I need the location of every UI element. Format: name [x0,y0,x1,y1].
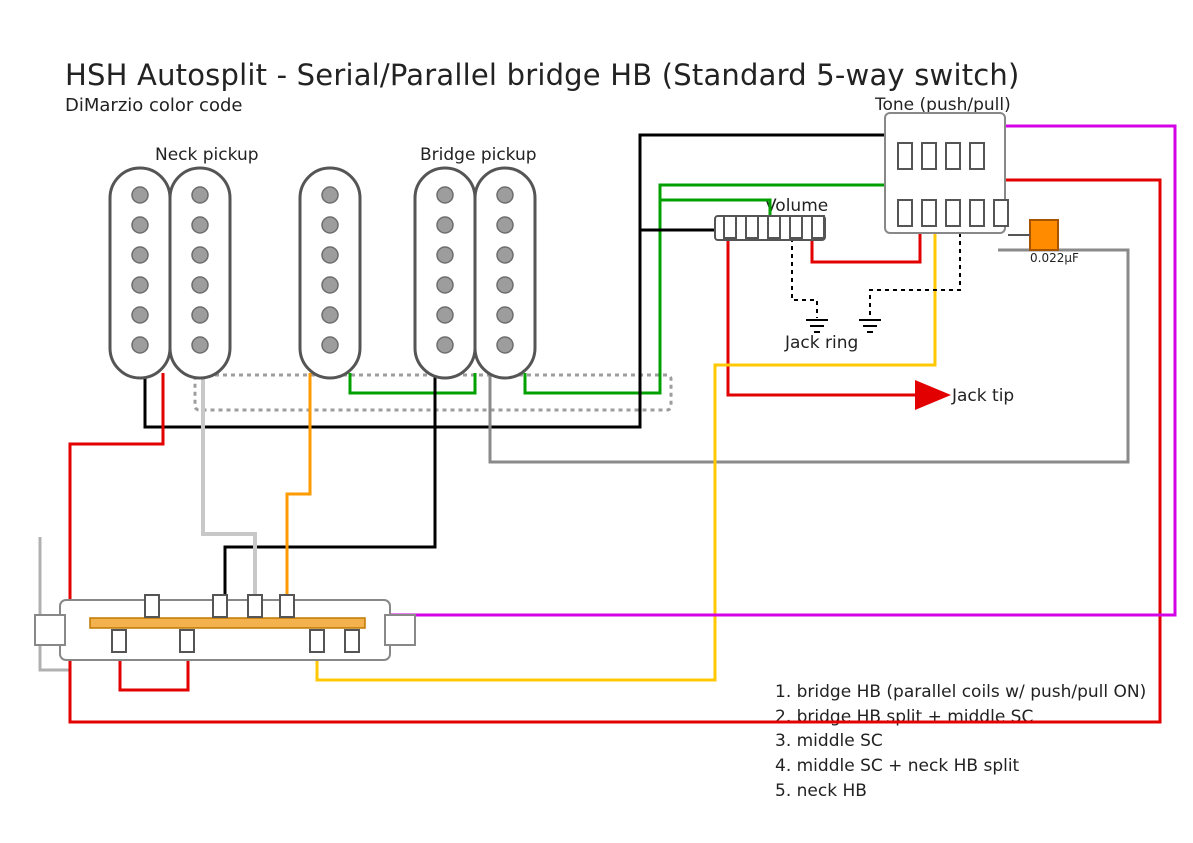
five-way-switch [35,595,415,660]
middle-single-coil [300,168,360,378]
bridge-humbucker [415,168,535,378]
wire-orange-middle-to-switch [287,373,310,598]
wire-grey-bridge-to-tone [490,250,1128,462]
ground-symbol-1 [806,320,828,332]
wire-lightgrey-neck-inner [203,373,255,598]
wiring-diagram-svg [0,0,1193,843]
wire-yellow-switch-to-tone [317,225,935,680]
ground-symbol-2 [859,320,881,332]
volume-pot [715,216,825,240]
capacitor-icon [1030,220,1058,250]
wire-ground-dashed-2 [870,225,960,318]
neck-humbucker [110,168,230,378]
